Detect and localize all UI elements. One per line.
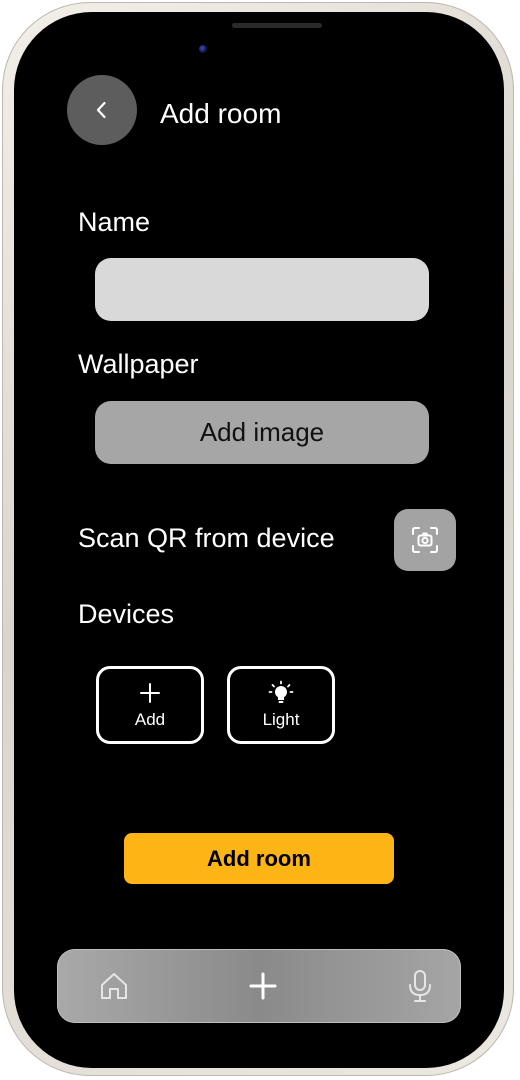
camera-scan-icon	[412, 527, 438, 553]
chevron-left-icon	[96, 101, 106, 119]
plus-icon	[249, 972, 277, 1000]
scan-qr-button[interactable]	[394, 509, 456, 571]
bottom-nav-bar	[57, 949, 461, 1023]
light-bulb-icon	[268, 680, 294, 703]
nav-add-button[interactable]	[243, 966, 283, 1006]
add-image-button[interactable]: Add image	[95, 401, 429, 464]
wallpaper-label: Wallpaper	[78, 349, 199, 379]
room-name-input[interactable]	[95, 258, 429, 321]
speaker-grille	[232, 23, 322, 28]
add-room-button[interactable]: Add room	[124, 833, 394, 884]
device-tile-label: Add	[134, 710, 166, 729]
microphone-icon	[409, 970, 431, 1002]
light-device-tile[interactable]: Light	[227, 666, 335, 744]
page-title: Add room	[160, 98, 282, 129]
scan-qr-label: Scan QR from device	[78, 523, 335, 553]
nav-voice-button[interactable]	[400, 966, 440, 1006]
name-label: Name	[78, 207, 151, 237]
back-button[interactable]	[67, 75, 137, 145]
front-camera	[199, 45, 207, 53]
nav-home-button[interactable]	[94, 966, 134, 1006]
home-icon	[101, 973, 127, 999]
add-device-tile[interactable]: Add	[96, 666, 204, 744]
plus-icon	[140, 683, 160, 703]
devices-label: Devices	[78, 599, 175, 629]
device-tile-label: Light	[262, 710, 300, 729]
